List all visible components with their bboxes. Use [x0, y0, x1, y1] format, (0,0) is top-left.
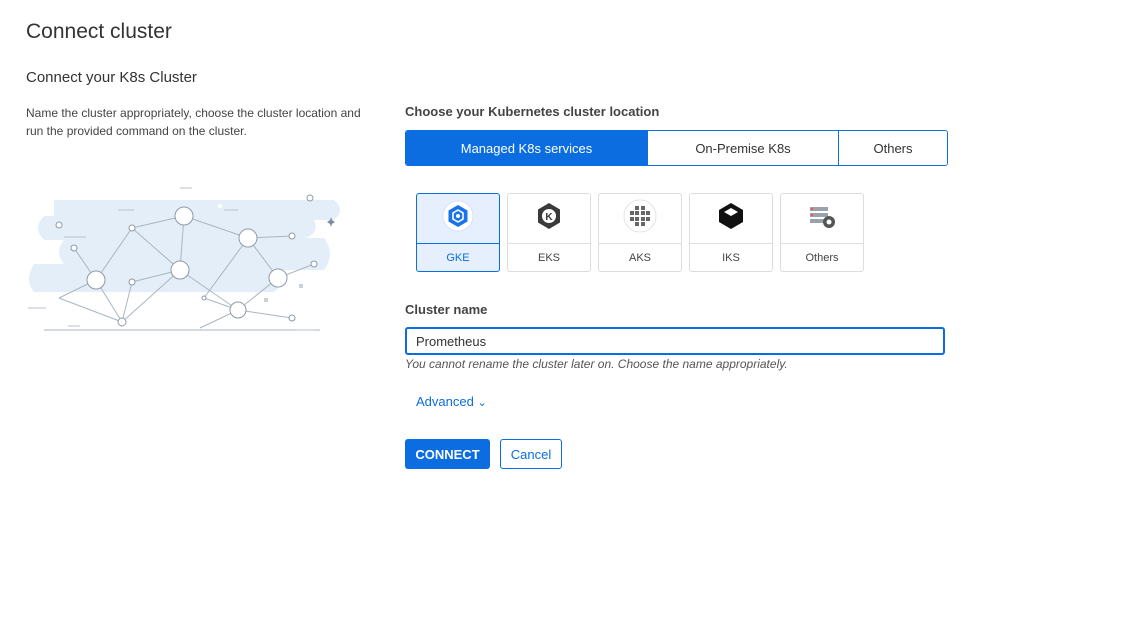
network-illustration	[24, 180, 354, 340]
provider-label: AKS	[599, 243, 681, 271]
svg-text:K: K	[545, 212, 553, 223]
iks-icon	[716, 201, 746, 236]
others-server-icon	[807, 201, 837, 236]
cluster-name-hint: You cannot rename the cluster later on. …	[405, 357, 788, 371]
provider-others[interactable]: Others	[780, 193, 864, 272]
gke-icon	[442, 200, 474, 237]
tab-managed-k8s[interactable]: Managed K8s services	[406, 131, 647, 165]
connect-button[interactable]: CONNECT	[405, 439, 490, 469]
cluster-name-label: Cluster name	[405, 302, 488, 317]
tab-others[interactable]: Others	[838, 131, 947, 165]
advanced-toggle[interactable]: Advanced ⌄	[416, 394, 487, 409]
provider-eks[interactable]: K EKS	[507, 193, 591, 272]
cancel-button[interactable]: Cancel	[500, 439, 562, 469]
page-description: Name the cluster appropriately, choose t…	[26, 106, 361, 138]
chevron-down-icon: ⌄	[477, 397, 487, 409]
aks-icon	[623, 199, 657, 238]
advanced-label: Advanced	[416, 394, 474, 409]
provider-label: GKE	[417, 243, 499, 271]
provider-aks[interactable]: AKS	[598, 193, 682, 272]
page-title: Connect cluster	[26, 20, 172, 43]
provider-iks[interactable]: IKS	[689, 193, 773, 272]
provider-label: IKS	[690, 243, 772, 271]
cluster-name-input[interactable]	[405, 327, 945, 355]
provider-label: EKS	[508, 243, 590, 271]
location-tabs: Managed K8s services On-Premise K8s Othe…	[405, 130, 948, 166]
tab-on-premise-k8s[interactable]: On-Premise K8s	[647, 131, 838, 165]
page-subtitle: Connect your K8s Cluster	[26, 69, 197, 86]
provider-gke[interactable]: GKE	[416, 193, 500, 272]
provider-label: Others	[781, 243, 863, 271]
location-label: Choose your Kubernetes cluster location	[405, 104, 660, 119]
provider-list: GKE K EKS AKS IKS Others	[416, 193, 864, 272]
eks-icon: K	[533, 200, 565, 237]
